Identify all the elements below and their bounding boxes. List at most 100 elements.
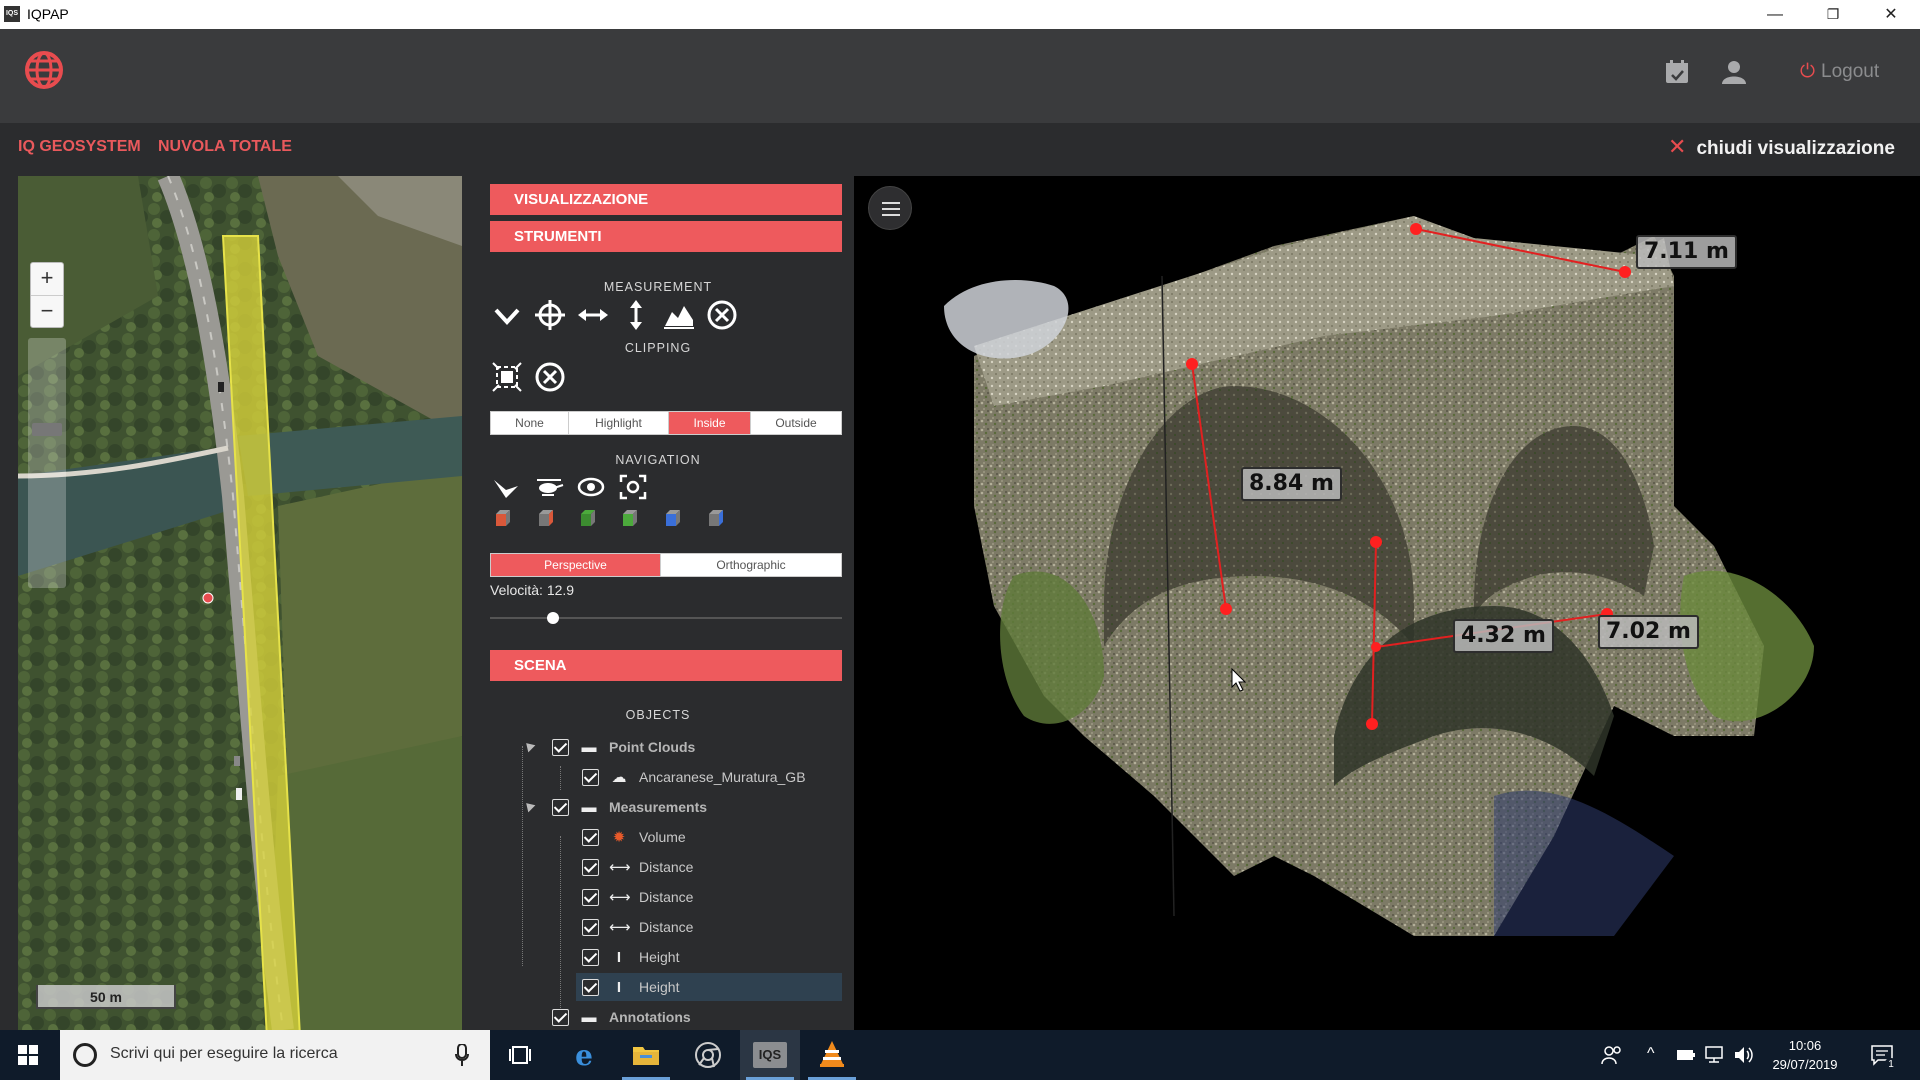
volume-checkbox[interactable] (582, 828, 599, 846)
clip-mode-inside[interactable]: Inside (669, 412, 751, 434)
tree-item-height[interactable]: I Height (582, 943, 679, 971)
distance-checkbox[interactable] (582, 918, 599, 936)
measurements-checkbox[interactable] (552, 798, 569, 816)
measurement-point[interactable] (1410, 223, 1422, 235)
breadcrumb-iq-geosystem[interactable]: IQ GEOSYSTEM (18, 138, 141, 156)
bottom-view-icon[interactable] (619, 508, 641, 530)
fly-control-icon[interactable] (492, 474, 520, 500)
tree-item-pointcloud[interactable]: ☁ Ancaranese_Muratura_GB (582, 763, 806, 791)
close-view-button[interactable]: ✕ chiudi visualizzazione (1668, 134, 1895, 160)
clock-time: 10:06 (1788, 1038, 1822, 1053)
tree-item-distance[interactable]: ⟷ Distance (582, 853, 693, 881)
globe-logo-icon[interactable] (24, 50, 64, 90)
left-view-icon[interactable] (492, 508, 514, 530)
pointcloud-checkbox[interactable] (582, 768, 599, 786)
tree-item-distance[interactable]: ⟷ Distance (582, 883, 693, 911)
clip-mode-none[interactable]: None (491, 412, 569, 434)
height-checkbox[interactable] (582, 948, 599, 966)
clip-mode-outside[interactable]: Outside (751, 412, 841, 434)
tree-item-height-selected[interactable]: I Height (576, 973, 842, 1001)
network-icon[interactable] (1704, 1046, 1724, 1064)
remove-clip-icon[interactable] (533, 360, 567, 394)
height-icon: I (616, 978, 622, 996)
point-cloud-viewer[interactable]: 7.11 m 8.84 m 4.32 m 7.02 m (854, 176, 1920, 1030)
point-icon[interactable] (533, 298, 567, 332)
breadcrumb-nuvola-totale[interactable]: NUVOLA TOTALE (158, 138, 292, 156)
minimize-button[interactable]: — (1746, 0, 1804, 29)
tree-item-point-clouds[interactable]: ▬ Point Clouds (552, 733, 695, 761)
system-clock[interactable]: 10:06 29/07/2019 (1770, 1036, 1840, 1074)
orbit-control-icon[interactable] (577, 474, 605, 500)
tree-item-measurements[interactable]: ▬ Measurements (552, 793, 707, 821)
satellite-map[interactable] (18, 176, 462, 1030)
focus-icon[interactable] (619, 474, 647, 500)
clip-volume-icon[interactable] (490, 360, 524, 394)
viewer-menu-button[interactable] (868, 186, 912, 230)
folder-icon: ▬ (581, 1008, 597, 1026)
distance-icon[interactable] (576, 298, 610, 332)
chrome-icon[interactable] (678, 1030, 738, 1080)
right-view-icon[interactable] (662, 508, 684, 530)
windows-start-icon[interactable] (18, 1045, 38, 1065)
measurements-expander[interactable] (522, 799, 536, 813)
measurement-point[interactable] (1370, 536, 1382, 548)
file-explorer-icon[interactable] (616, 1030, 676, 1080)
zoom-out-button[interactable]: − (31, 295, 63, 327)
distance-icon: ⟷ (609, 859, 631, 876)
measurement-point[interactable] (1366, 718, 1378, 730)
measurement-point[interactable] (1220, 603, 1232, 615)
app-icon: IQS (4, 6, 20, 22)
scena-section-button[interactable]: SCENA (490, 650, 842, 681)
volume-icon[interactable] (1734, 1046, 1754, 1064)
people-icon[interactable] (1601, 1044, 1623, 1066)
measurement-point[interactable] (1619, 266, 1631, 278)
front-view-icon[interactable] (535, 508, 557, 530)
chevron-up-icon[interactable]: ^ (1647, 1045, 1655, 1063)
map-marker[interactable] (202, 592, 214, 604)
taskbar-search-box[interactable]: Scrivi qui per eseguire la ricerca (60, 1030, 490, 1080)
point-clouds-checkbox[interactable] (552, 738, 569, 756)
microphone-icon[interactable] (455, 1044, 469, 1066)
point-clouds-expander[interactable] (522, 739, 536, 753)
profile-icon[interactable] (662, 298, 696, 332)
strumenti-section-button[interactable]: STRUMENTI (490, 221, 842, 252)
windows-taskbar: Scrivi qui per eseguire la ricerca e IQS… (0, 1030, 1920, 1080)
back-view-icon[interactable] (705, 508, 727, 530)
visualizzazione-section-button[interactable]: VISUALIZZAZIONE (490, 184, 842, 215)
remove-all-measurements-icon[interactable] (705, 298, 739, 332)
app-header: ⏻ Logout (0, 29, 1920, 123)
tree-guide-line (522, 746, 523, 966)
distance-checkbox[interactable] (582, 888, 599, 906)
tree-item-volume[interactable]: ✹ Volume (582, 823, 686, 851)
annotations-checkbox[interactable] (552, 1008, 569, 1026)
close-window-button[interactable]: ✕ (1862, 0, 1920, 29)
measurement-point[interactable] (1371, 642, 1381, 652)
edge-icon[interactable]: e (554, 1030, 614, 1080)
zoom-in-button[interactable]: + (31, 263, 63, 295)
projection-perspective[interactable]: Perspective (491, 554, 661, 576)
battery-icon[interactable] (1676, 1048, 1696, 1062)
clip-mode-highlight[interactable]: Highlight (569, 412, 669, 434)
speed-slider-handle[interactable] (547, 612, 560, 624)
speed-slider[interactable] (490, 612, 842, 624)
zoom-slider[interactable] (28, 338, 66, 588)
height-checkbox[interactable] (582, 978, 599, 996)
angle-icon[interactable] (490, 298, 524, 332)
measurement-point[interactable] (1186, 358, 1198, 370)
tree-item-distance[interactable]: ⟷ Distance (582, 913, 693, 941)
maximize-button[interactable]: ❐ (1804, 0, 1862, 29)
task-view-icon[interactable] (490, 1030, 550, 1080)
zoom-slider-handle[interactable] (32, 423, 62, 436)
projection-orthographic[interactable]: Orthographic (661, 554, 841, 576)
calendar-check-icon[interactable] (1664, 59, 1690, 85)
vlc-icon[interactable] (802, 1030, 862, 1080)
measurement-label: 8.84 m (1241, 467, 1342, 501)
user-icon[interactable] (1721, 59, 1747, 85)
tree-item-annotations[interactable]: ▬ Annotations (552, 1003, 691, 1030)
helicopter-control-icon[interactable] (534, 474, 564, 500)
top-view-icon[interactable] (577, 508, 599, 530)
iqs-app-icon[interactable]: IQS (740, 1030, 800, 1080)
distance-checkbox[interactable] (582, 858, 599, 876)
logout-button[interactable]: ⏻ Logout (1800, 61, 1879, 83)
height-icon[interactable] (619, 298, 653, 332)
